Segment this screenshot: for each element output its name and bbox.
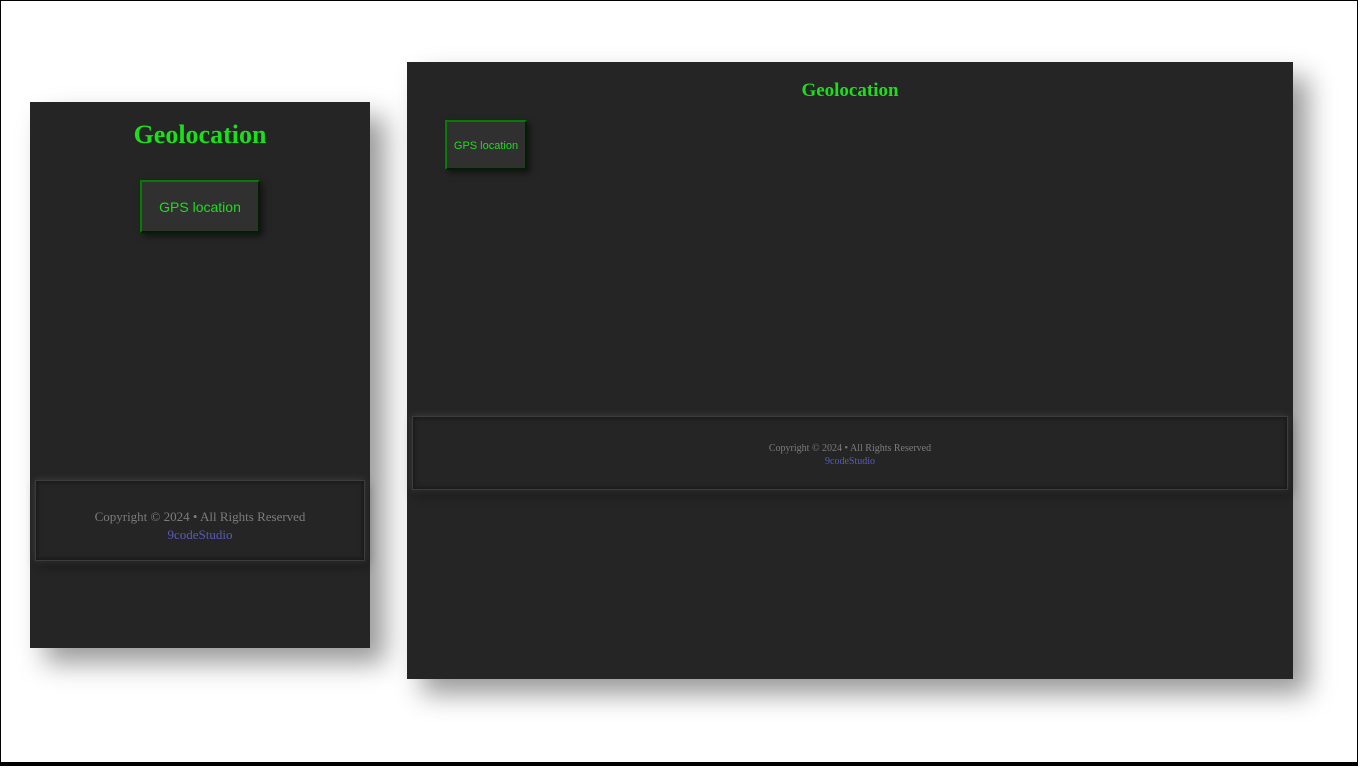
page-title: Geolocation [30,120,370,150]
footer-copyright: Copyright © 2024 • All Rights Reserved [413,443,1287,454]
geolocation-panel-mobile: Geolocation GPS location Copyright © 202… [30,102,370,648]
page-title: Geolocation [407,80,1293,102]
footer: Copyright © 2024 • All Rights Reserved 9… [412,416,1288,490]
gps-location-button[interactable]: GPS location [445,120,527,170]
geolocation-panel-desktop: Geolocation GPS location Copyright © 202… [407,62,1293,679]
footer-link[interactable]: 9codeStudio [36,527,364,543]
gps-location-button[interactable]: GPS location [140,180,260,233]
footer-link[interactable]: 9codeStudio [413,456,1287,467]
footer-copyright: Copyright © 2024 • All Rights Reserved [36,509,364,525]
footer: Copyright © 2024 • All Rights Reserved 9… [35,480,365,561]
